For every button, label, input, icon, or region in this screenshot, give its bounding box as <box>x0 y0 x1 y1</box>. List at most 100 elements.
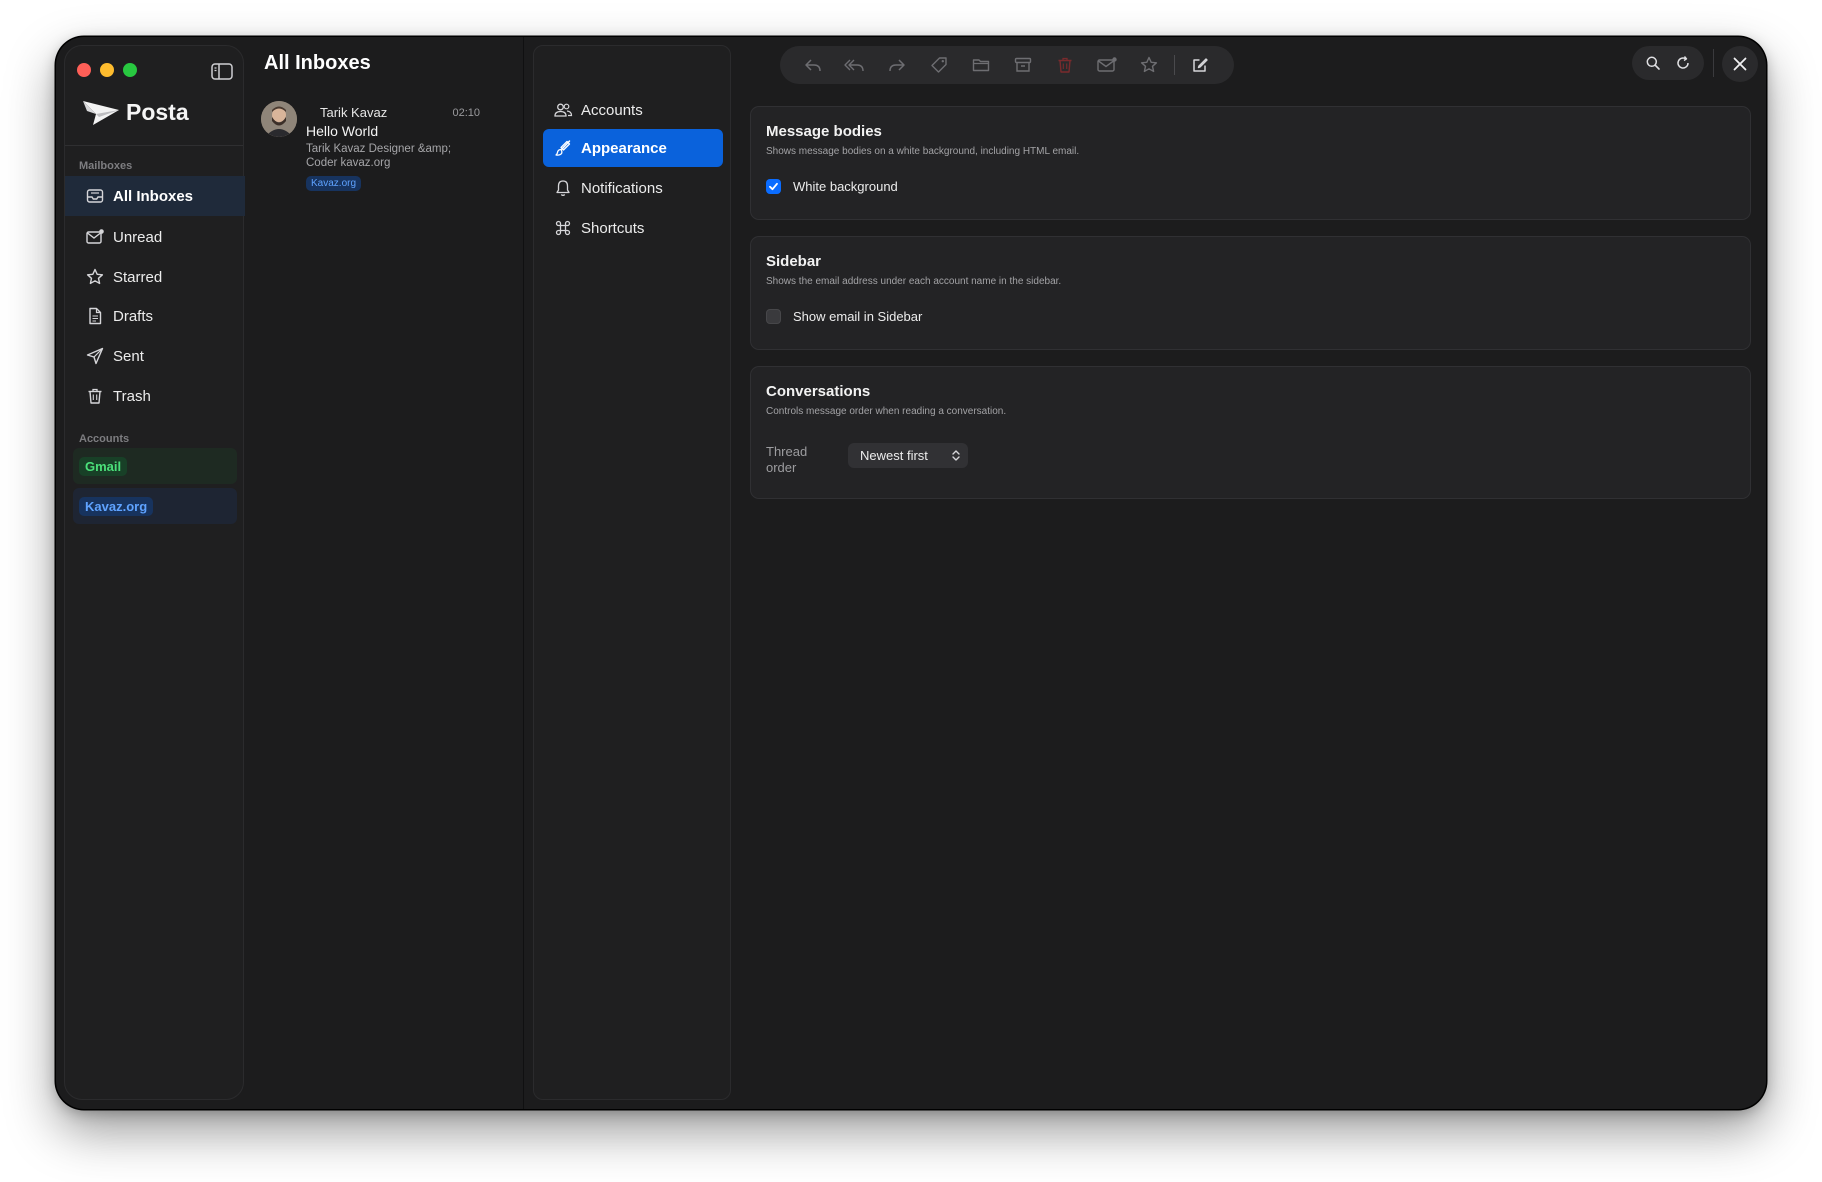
posta-logo-icon <box>82 98 120 128</box>
star-button[interactable] <box>1128 50 1170 80</box>
sidebar-item-unread[interactable]: Unread <box>65 217 245 257</box>
tab-accounts[interactable]: Accounts <box>543 91 723 129</box>
bell-icon <box>553 178 573 198</box>
account-badge: Kavaz.org <box>306 176 362 191</box>
tag-icon <box>931 57 947 73</box>
sidebar-item-label: Trash <box>113 387 151 405</box>
search-refresh-group <box>1632 46 1704 80</box>
tab-notifications[interactable]: Notifications <box>543 169 723 207</box>
message-subject: Hello World <box>306 123 379 139</box>
checkbox-label: White background <box>793 179 898 194</box>
trash-icon <box>85 386 105 406</box>
paintbrush-icon <box>553 138 573 158</box>
sidebar-item-drafts[interactable]: Drafts <box>65 296 245 336</box>
archive-icon <box>1014 57 1032 72</box>
sidebar-account-kavaz[interactable]: Kavaz.org <box>73 488 237 524</box>
account-badge: Gmail <box>79 456 128 476</box>
card-description: Shows message bodies on a white backgrou… <box>766 146 1080 157</box>
delete-button[interactable] <box>1044 50 1086 80</box>
star-icon <box>1140 56 1158 73</box>
move-to-folder-button[interactable] <box>960 50 1002 80</box>
sidebar-item-label: Sent <box>113 347 144 365</box>
minimize-window-button[interactable] <box>100 63 114 77</box>
card-title: Message bodies <box>766 123 882 140</box>
card-title: Sidebar <box>766 253 822 270</box>
close-icon <box>1733 57 1747 71</box>
divider <box>65 145 243 146</box>
show-email-checkbox[interactable] <box>766 309 781 324</box>
white-background-checkbox[interactable] <box>766 179 781 194</box>
card-title: Conversations <box>766 383 871 400</box>
envelope-badge-icon <box>85 227 105 247</box>
tab-label: Accounts <box>581 101 643 119</box>
list-item[interactable]: Tarik Kavaz 02:10 Hello World Tarik Kava… <box>256 101 496 201</box>
sidebar-settings-card: Sidebar Shows the email address under ea… <box>750 236 1751 350</box>
trash-icon <box>1058 57 1072 73</box>
search-button[interactable] <box>1645 55 1661 71</box>
envelope-badge-icon <box>1097 57 1117 72</box>
refresh-button[interactable] <box>1675 55 1691 71</box>
sidebar-account-gmail[interactable]: Gmail <box>73 448 237 484</box>
settings-nav: Accounts Appearance Notifications Shortc… <box>533 45 731 1100</box>
close-settings-button[interactable] <box>1722 46 1758 82</box>
document-icon <box>85 306 105 326</box>
close-window-button[interactable] <box>77 63 91 77</box>
compose-icon <box>1193 58 1208 72</box>
star-icon <box>85 267 105 287</box>
app-name: Posta <box>126 99 189 125</box>
show-email-option[interactable]: Show email in Sidebar <box>766 309 922 324</box>
tab-shortcuts[interactable]: Shortcuts <box>543 209 723 247</box>
white-background-option[interactable]: White background <box>766 179 898 194</box>
tab-label: Shortcuts <box>581 219 645 237</box>
folder-icon <box>972 59 990 72</box>
tab-appearance[interactable]: Appearance <box>543 129 723 167</box>
thread-order-label: Thread order <box>766 444 808 475</box>
reply-all-button[interactable] <box>834 50 876 80</box>
select-value: Newest first <box>860 448 928 463</box>
reply-all-icon <box>844 59 864 72</box>
message-sender: Tarik Kavaz <box>320 105 388 120</box>
message-preview: Tarik Kavaz Designer &amp; Coder kavaz.o… <box>306 143 452 169</box>
paper-plane-icon <box>85 346 105 366</box>
conversations-card: Conversations Controls message order whe… <box>750 366 1751 499</box>
message-toolbar <box>780 46 1234 84</box>
sidebar: Posta Mailboxes All Inboxes Unread Starr… <box>64 45 245 1100</box>
avatar <box>261 101 297 137</box>
toolbar-divider <box>1713 49 1714 77</box>
sidebar-item-label: Unread <box>113 228 163 246</box>
app-window: Posta Mailboxes All Inboxes Unread Starr… <box>56 37 1766 1109</box>
sidebar-item-label: All Inboxes <box>113 187 194 205</box>
message-list-title: All Inboxes <box>264 52 371 74</box>
mailboxes-section-label: Mailboxes <box>79 160 133 172</box>
tag-button[interactable] <box>918 50 960 80</box>
sidebar-item-starred[interactable]: Starred <box>65 257 245 297</box>
thread-order-select[interactable]: Newest first <box>848 443 968 468</box>
card-description: Shows the email address under each accou… <box>766 276 1062 287</box>
sidebar-item-all-inboxes[interactable]: All Inboxes <box>65 176 245 216</box>
inbox-icon <box>85 186 105 206</box>
search-icon <box>1646 56 1660 70</box>
archive-button[interactable] <box>1002 50 1044 80</box>
sidebar-item-label: Drafts <box>113 307 154 325</box>
mark-unread-button[interactable] <box>1086 50 1128 80</box>
checkmark-icon <box>769 182 778 191</box>
people-icon <box>553 100 573 120</box>
chevron-up-down-icon <box>951 449 961 462</box>
sidebar-item-sent[interactable]: Sent <box>65 336 245 376</box>
reply-icon <box>805 59 821 72</box>
card-description: Controls message order when reading a co… <box>766 406 1007 417</box>
reply-button[interactable] <box>792 50 834 80</box>
compose-button[interactable] <box>1179 50 1221 80</box>
command-icon <box>553 218 573 238</box>
sidebar-toggle-icon[interactable] <box>211 63 233 80</box>
divider <box>523 37 524 1109</box>
accounts-section-label: Accounts <box>79 433 130 445</box>
forward-button[interactable] <box>876 50 918 80</box>
sidebar-item-label: Starred <box>113 268 163 286</box>
checkbox-label: Show email in Sidebar <box>793 309 923 324</box>
message-bodies-card: Message bodies Shows message bodies on a… <box>750 106 1751 220</box>
sidebar-item-trash[interactable]: Trash <box>65 376 245 416</box>
refresh-icon <box>1677 56 1689 69</box>
forward-icon <box>889 59 905 72</box>
zoom-window-button[interactable] <box>123 63 137 77</box>
